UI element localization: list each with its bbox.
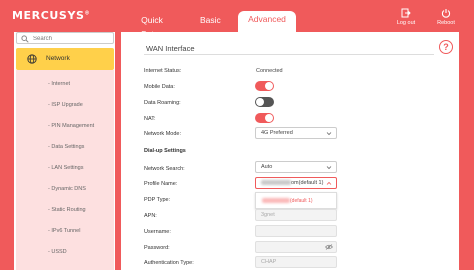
profile-name-select[interactable]: om(default 1) (255, 177, 337, 189)
log-out-icon (401, 8, 411, 18)
top-header: MERCUSYS® Quick Setup Basic Advanced Log… (0, 0, 474, 39)
reboot-label: Reboot (437, 20, 455, 26)
dialup-settings-heading: Dial-up Settings (144, 148, 186, 154)
title-divider (144, 54, 434, 55)
sidebar-item-static-routing[interactable]: Static Routing (51, 207, 85, 213)
log-out-label: Log out (396, 20, 416, 26)
search-icon (21, 35, 29, 43)
sidebar-item-network[interactable]: Network (16, 48, 114, 70)
sidebar: Network - Internet - ISP Upgrade - PIN M… (14, 32, 115, 270)
chevron-down-icon (326, 132, 332, 136)
power-icon (441, 9, 451, 18)
data-roaming-label: Data Roaming: (144, 100, 181, 106)
sidebar-item-ipv6-tunnel[interactable]: IPv6 Tunnel (51, 228, 80, 234)
profile-name-label: Profile Name: (144, 181, 178, 187)
apn-label: APN: (144, 213, 157, 219)
sidebar-search[interactable] (16, 32, 114, 44)
username-label: Username: (144, 229, 171, 235)
apn-value: 3gnet (261, 212, 275, 218)
reboot-button[interactable]: Reboot (432, 8, 460, 26)
pdp-type-label: PDP Type: (144, 197, 171, 203)
profile-name-dropdown: (default 1) (255, 192, 337, 209)
sidebar-item-internet[interactable]: Internet (51, 81, 70, 87)
network-search-value: Auto (261, 164, 273, 170)
mobile-data-toggle[interactable] (255, 81, 274, 91)
network-mode-select[interactable]: 4G Preferred (255, 127, 337, 139)
auth-type-label: Authentication Type: (144, 260, 194, 266)
sidebar-item-pin-management[interactable]: PIN Management (51, 123, 94, 129)
sidebar-item-data-settings[interactable]: Data Settings (51, 144, 84, 150)
help-icon[interactable]: ? (439, 40, 453, 54)
brand-logo: MERCUSYS® (12, 9, 91, 22)
search-input[interactable] (33, 34, 111, 43)
apn-field[interactable]: 3gnet (255, 209, 337, 221)
auth-type-value: CHAP (261, 259, 277, 265)
sidebar-item-ussd[interactable]: USSD (51, 249, 66, 255)
tab-quick-setup[interactable]: Quick Setup (130, 13, 174, 39)
log-out-button[interactable]: Log out (392, 8, 420, 26)
globe-icon (27, 54, 37, 64)
network-mode-label: Network Mode: (144, 131, 181, 137)
internet-status-value: Connected (256, 68, 283, 74)
sidebar-item-dynamic-dns[interactable]: Dynamic DNS (51, 186, 86, 192)
auth-type-select[interactable]: CHAP (255, 256, 337, 268)
wan-interface-panel: WAN Interface ? Internet Status: Connect… (121, 32, 459, 270)
redacted-text (261, 180, 291, 186)
nat-label: NAT: (144, 116, 156, 122)
profile-name-value: om(default 1) (291, 180, 324, 186)
chevron-up-icon (326, 181, 332, 185)
tab-advanced[interactable]: Advanced (238, 11, 296, 32)
tab-basic[interactable]: Basic (200, 13, 221, 32)
hide-password-icon[interactable] (325, 244, 333, 250)
sidebar-item-label: Network (46, 55, 70, 62)
chevron-down-icon (326, 166, 332, 170)
redacted-text (262, 198, 290, 204)
network-search-select[interactable]: Auto (255, 161, 337, 173)
sidebar-subnav: - Internet - ISP Upgrade - PIN Managemen… (16, 70, 114, 270)
page-title: WAN Interface (146, 44, 195, 53)
username-field[interactable] (255, 225, 337, 237)
nat-toggle[interactable] (255, 113, 274, 123)
mobile-data-label: Mobile Data: (144, 84, 175, 90)
data-roaming-toggle[interactable] (255, 97, 274, 107)
password-field[interactable] (255, 241, 337, 253)
sidebar-item-isp-upgrade[interactable]: ISP Upgrade (51, 102, 82, 108)
internet-status-label: Internet Status: (144, 68, 182, 74)
sidebar-item-lan-settings[interactable]: LAN Settings (51, 165, 83, 171)
password-label: Password: (144, 245, 170, 251)
network-search-label: Network Search: (144, 166, 185, 172)
network-mode-value: 4G Preferred (261, 130, 293, 136)
profile-option[interactable]: (default 1) (262, 198, 313, 204)
